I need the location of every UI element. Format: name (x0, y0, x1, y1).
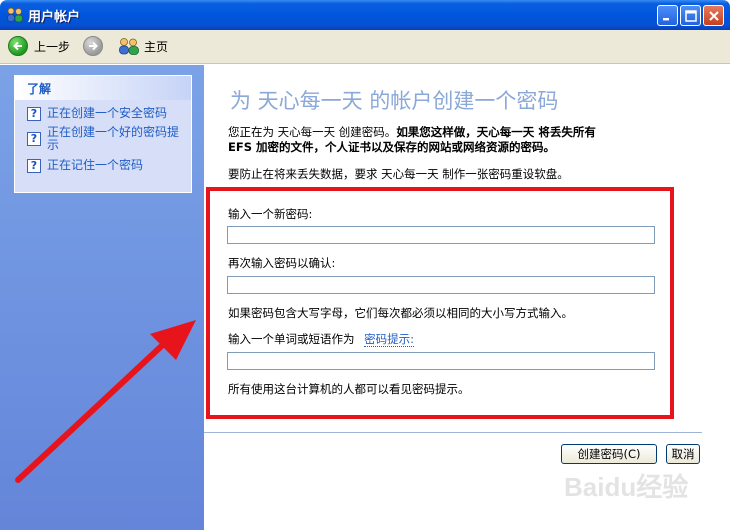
back-button[interactable]: 上一步 (8, 35, 70, 57)
learn-item-label: 正在创建一个安全密码 (47, 106, 168, 120)
learn-panel-title: 了解 (15, 76, 191, 100)
cancel-button[interactable]: 取消 (666, 444, 700, 464)
divider (204, 432, 702, 433)
learn-item-label: 正在记住一个密码 (47, 158, 144, 172)
intro-bold-line2: EFS 加密的文件，个人证书以及保存的网站或网络资源的密码。 (228, 140, 555, 154)
maximize-button[interactable] (680, 5, 701, 26)
user-accounts-icon (6, 7, 24, 23)
toolbar: 上一步 主页 (0, 30, 730, 64)
learn-panel: 了解 ? 正在创建一个安全密码 ? 正在创建一个好的密码提 示 ? 正在记住一个… (14, 75, 192, 193)
learn-item-label-wrap: 正在创建一个好的密码提 示 (47, 126, 179, 152)
back-arrow-icon (8, 36, 28, 56)
intro-text: 您正在为 天心每一天 创建密码。如果您这样做，天心每一天 将丢失所有 EFS 加… (228, 125, 596, 155)
intro-bold: 如果您这样做，天心每一天 将丢失所有 (396, 125, 596, 139)
learn-item-password-hint[interactable]: ? 正在创建一个好的密码提 示 (27, 126, 179, 152)
help-question-icon: ? (27, 159, 41, 173)
back-label: 上一步 (34, 39, 71, 54)
intro-normal: 您正在为 天心每一天 创建密码。 (228, 125, 397, 139)
help-question-icon: ? (27, 107, 41, 121)
help-question-icon: ? (27, 132, 41, 146)
annotation-red-box (206, 187, 674, 419)
minimize-button[interactable] (657, 5, 678, 26)
window-title: 用户帐户 (28, 10, 81, 25)
watermark-text: Baidu经验 (564, 472, 688, 502)
learn-item-label-line1: 正在创建一个好的密码提 (47, 125, 180, 139)
forward-button[interactable] (83, 35, 103, 57)
home-button[interactable]: 主页 (118, 35, 168, 57)
learn-item-secure-password[interactable]: ? 正在创建一个安全密码 (27, 107, 167, 121)
reset-disk-note: 要防止在将来丢失数据，要求 天心每一天 制作一张密码重设软盘。 (228, 167, 569, 181)
learn-item-remember-password[interactable]: ? 正在记住一个密码 (27, 159, 143, 173)
forward-arrow-icon (83, 36, 103, 56)
page-title: 为 天心每一天 的帐户创建一个密码 (230, 89, 559, 113)
create-password-button[interactable]: 创建密码(C) (561, 444, 657, 464)
title-bar: 用户帐户 (0, 0, 730, 30)
left-task-pane: 了解 ? 正在创建一个安全密码 ? 正在创建一个好的密码提 示 ? 正在记住一个… (0, 65, 204, 530)
home-users-icon (118, 37, 140, 55)
baidu-watermark: Baidu经验 (560, 466, 695, 510)
learn-item-label-line2: 示 (47, 138, 60, 152)
close-button[interactable] (703, 5, 724, 26)
home-label: 主页 (144, 39, 169, 54)
